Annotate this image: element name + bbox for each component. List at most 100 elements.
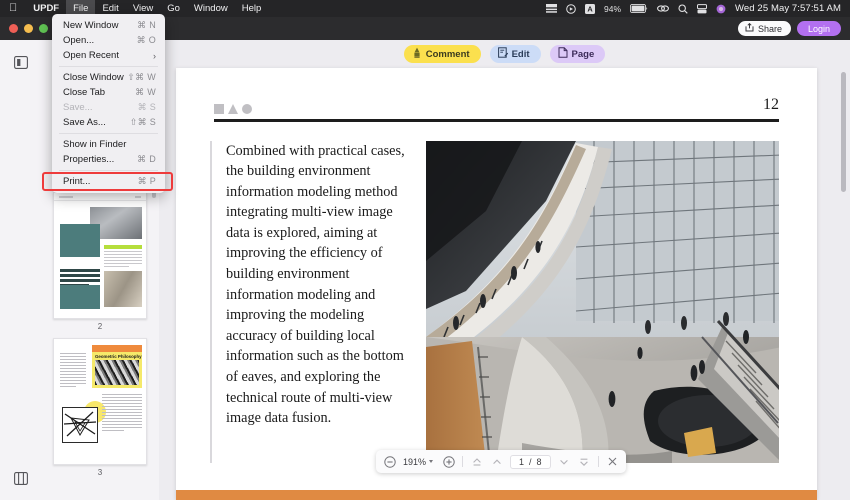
minimize-window-button[interactable] bbox=[24, 24, 33, 33]
chevron-down-bar-icon[interactable] bbox=[578, 455, 591, 468]
share-label: Share bbox=[757, 23, 782, 34]
menu-item-label: Save As... bbox=[63, 117, 106, 128]
thumbnail-number: 3 bbox=[97, 468, 103, 477]
thumb3-orange-bar bbox=[92, 345, 142, 352]
menu-item-label: Print... bbox=[63, 176, 91, 187]
menubar-clock[interactable]: Wed 25 May 7:57:51 AM bbox=[735, 3, 841, 14]
page-icon bbox=[558, 47, 568, 61]
edit-label: Edit bbox=[511, 48, 530, 60]
menu-item-save-as[interactable]: Save As... ⇧⌘ S bbox=[52, 115, 165, 130]
header-shape-marks bbox=[214, 104, 252, 114]
menu-item-shortcut: ⇧⌘ S bbox=[129, 117, 156, 127]
screen-mirror-icon[interactable] bbox=[697, 3, 708, 14]
menu-item-label: Close Window bbox=[63, 72, 124, 83]
menu-item-close-tab[interactable]: Close Tab ⌘ W bbox=[52, 85, 165, 100]
battery-icon[interactable] bbox=[630, 4, 648, 13]
comment-label: Comment bbox=[425, 48, 470, 60]
page-number-input[interactable]: 1 / 8 bbox=[510, 454, 551, 469]
menu-item-label: Show in Finder bbox=[63, 139, 127, 150]
menu-item-close-window[interactable]: Close Window ⇧⌘ W bbox=[52, 70, 165, 85]
page-toolbar: 191% 1 / 8 bbox=[376, 450, 626, 473]
menubar-item-help[interactable]: Help bbox=[235, 0, 269, 17]
menu-item-label: Save... bbox=[63, 102, 93, 113]
apple-logo-icon[interactable]:  bbox=[9, 3, 17, 14]
divider bbox=[59, 170, 158, 171]
thumb3-left-text bbox=[60, 353, 86, 389]
comment-button[interactable]: Comment bbox=[403, 45, 481, 63]
input-source-A-icon[interactable]: A bbox=[585, 3, 596, 14]
page-label: Page bbox=[571, 48, 595, 60]
menu-item-print[interactable]: Print... ⌘ P bbox=[42, 172, 173, 191]
current-page-value: 1 bbox=[519, 456, 525, 467]
display-icon[interactable] bbox=[546, 4, 558, 13]
menu-item-open-recent[interactable]: Open Recent › bbox=[52, 48, 165, 63]
zoom-window-button[interactable] bbox=[39, 24, 48, 33]
wifi-icon[interactable] bbox=[657, 4, 669, 13]
viewer-scrollbar[interactable] bbox=[841, 72, 846, 192]
menu-item-shortcut: ⌘ O bbox=[136, 35, 156, 45]
divider bbox=[462, 456, 463, 467]
menu-item-label: Close Tab bbox=[63, 87, 106, 98]
close-window-button[interactable] bbox=[9, 24, 18, 33]
menubar-item-window[interactable]: Window bbox=[187, 0, 235, 17]
app-window:  UPDF File Edit View Go Window Help A 9… bbox=[0, 0, 850, 500]
siri-icon[interactable] bbox=[716, 4, 726, 14]
plus-circle-icon[interactable] bbox=[442, 455, 455, 468]
chevron-down-icon[interactable] bbox=[558, 455, 571, 468]
panel-toggle-icon[interactable] bbox=[11, 52, 31, 72]
chevron-right-icon: › bbox=[153, 50, 156, 61]
zoom-level-label: 191% bbox=[403, 456, 427, 467]
thumb2-teal-block-1 bbox=[60, 224, 100, 257]
divider bbox=[59, 66, 158, 67]
body-paragraph: Combined with practical cases, the build… bbox=[210, 140, 408, 463]
menu-item-shortcut: ⇧⌘ W bbox=[127, 72, 156, 82]
menu-item-shortcut: ⌘ S bbox=[137, 102, 156, 112]
panel-layout-icon[interactable] bbox=[11, 468, 31, 488]
thumb2-teal-block-2 bbox=[60, 285, 100, 309]
thumbnail-number: 2 bbox=[97, 322, 103, 331]
thumb3-geometric-figure bbox=[62, 407, 98, 443]
login-button[interactable]: Login bbox=[796, 21, 841, 36]
minus-circle-icon[interactable] bbox=[383, 455, 396, 468]
page-number-label: 12 bbox=[763, 96, 779, 113]
thumb2-header bbox=[54, 193, 146, 201]
menu-item-shortcut: ⌘ W bbox=[135, 87, 156, 97]
menu-item-properties[interactable]: Properties... ⌘ D bbox=[52, 152, 165, 167]
menu-item-shortcut: ⌘ N bbox=[137, 20, 156, 30]
accent-strip bbox=[176, 490, 817, 500]
menu-item-shortcut: ⌘ D bbox=[137, 154, 156, 164]
menu-item-label: New Window bbox=[63, 20, 119, 31]
menu-item-new-window[interactable]: New Window ⌘ N bbox=[52, 18, 165, 33]
page-content: 12 Combined with practical cases, the bu… bbox=[176, 68, 817, 500]
edit-page-icon bbox=[497, 47, 508, 61]
page-header: 12 bbox=[214, 96, 779, 114]
highlighter-icon bbox=[412, 47, 422, 61]
svg-text:A: A bbox=[587, 4, 593, 13]
triangle-icon bbox=[228, 104, 238, 114]
close-icon[interactable] bbox=[606, 455, 619, 468]
zoom-level-selector[interactable]: 191% bbox=[403, 457, 435, 467]
share-button[interactable]: Share bbox=[737, 21, 791, 36]
menu-item-open[interactable]: Open... ⌘ O bbox=[52, 33, 165, 48]
search-icon[interactable] bbox=[678, 3, 688, 14]
circle-icon bbox=[242, 104, 252, 114]
share-arrow-icon bbox=[745, 22, 754, 34]
total-pages-value: 8 bbox=[536, 456, 542, 467]
list-item[interactable]: 2 bbox=[41, 192, 159, 333]
thumbnail-page-2[interactable] bbox=[53, 192, 147, 319]
thumb2-text-lines bbox=[104, 251, 142, 273]
menu-item-shortcut: ⌘ P bbox=[137, 176, 156, 186]
chevron-up-icon[interactable] bbox=[490, 455, 503, 468]
menu-item-show-in-finder[interactable]: Show in Finder bbox=[52, 137, 165, 152]
menubar-item-go[interactable]: Go bbox=[160, 0, 187, 17]
edit-button[interactable]: Edit bbox=[489, 45, 541, 63]
chevron-up-bar-icon[interactable] bbox=[470, 455, 483, 468]
thumbnail-page-3[interactable]: Geometric Philosophy bbox=[53, 338, 147, 465]
page-button[interactable]: Page bbox=[549, 45, 606, 63]
thumb3-image bbox=[95, 360, 139, 385]
control-center-icon[interactable] bbox=[566, 3, 576, 14]
thumb3-right-text bbox=[102, 394, 142, 433]
list-item[interactable]: Geometric Philosophy 3 bbox=[41, 338, 159, 479]
left-rail bbox=[0, 40, 41, 500]
document-page[interactable]: 12 Combined with practical cases, the bu… bbox=[176, 68, 817, 500]
